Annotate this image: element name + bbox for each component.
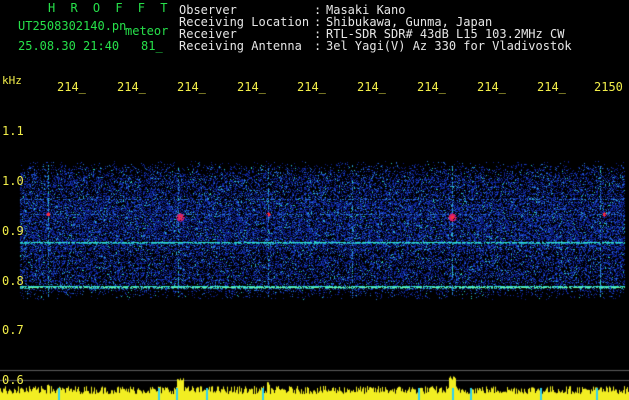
y-tick-label: 1.1 — [2, 124, 24, 138]
y-tick-label: 0.8 — [2, 274, 24, 288]
y-tick-label: 1.0 — [2, 174, 24, 188]
x-tick-label: 214_ — [417, 80, 446, 94]
x-tick-label: 214_ — [57, 80, 86, 94]
meteor-count: 81_ — [141, 39, 163, 53]
y-tick-label: 0.6 — [2, 373, 24, 387]
timestamp: 25.08.30 21:40 — [18, 39, 120, 53]
x-tick-label: 214_ — [357, 80, 386, 94]
x-tick-label: 214_ — [177, 80, 206, 94]
y-tick-label: 0.7 — [2, 323, 24, 337]
x-tick-label: 214_ — [537, 80, 566, 94]
meteor-label: meteor — [125, 24, 169, 38]
separator: : — [314, 39, 322, 53]
x-tick-label: 214_ — [477, 80, 506, 94]
y-tick-label: 0.9 — [2, 224, 24, 238]
app-title: H R O F F T — [48, 1, 172, 15]
y-axis-unit: kHz — [2, 74, 22, 87]
x-tick-label: 214_ — [117, 80, 146, 94]
filename: UT2508302140.pn — [18, 19, 127, 33]
label-antenna: Receiving Antenna — [179, 39, 302, 53]
x-tick-label: 214_ — [237, 80, 266, 94]
x-tick-label: 214_ — [297, 80, 326, 94]
x-tick-label: 2150 — [594, 80, 623, 94]
spectrogram-canvas — [0, 0, 629, 400]
value-antenna: 3el Yagi(V) Az 330 for Vladivostok — [326, 39, 572, 53]
